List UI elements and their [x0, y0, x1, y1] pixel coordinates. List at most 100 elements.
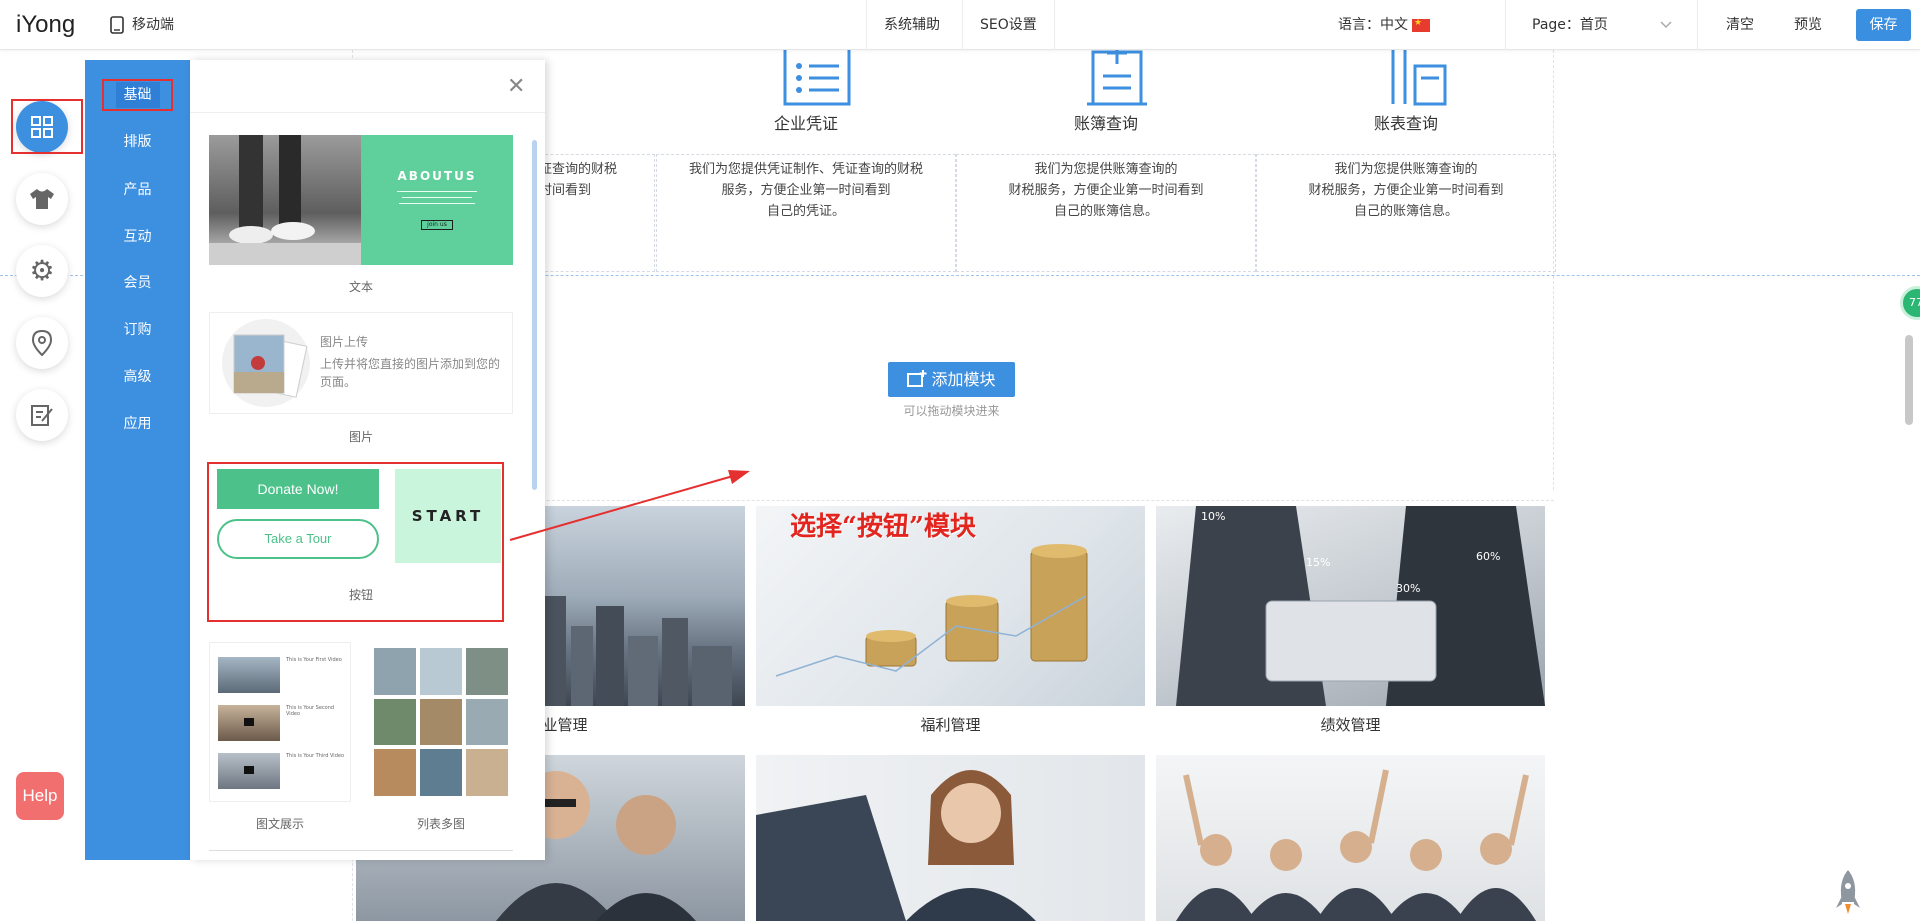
- grid-thumb: [374, 648, 416, 695]
- image-module-desc: 上传并将您直接的图片添加到您的页面。: [320, 357, 501, 389]
- panel-scrollbar[interactable]: [532, 140, 537, 490]
- grid-thumb: [374, 698, 416, 746]
- help-button[interactable]: Help: [16, 772, 64, 820]
- page-select-label: Page：首页: [1532, 17, 1608, 33]
- mobile-view-button[interactable]: 移动端: [110, 0, 174, 50]
- category-product[interactable]: 产品: [85, 175, 190, 205]
- module-panel: ✕ ABOUTUS join us 文本 图片上传 上传并将您直接的图片添加到您…: [190, 60, 545, 860]
- service-title: 账表查询: [1373, 114, 1438, 133]
- category-interaction[interactable]: 互动: [85, 222, 190, 252]
- divider: [962, 0, 963, 50]
- service-title: 企业凭证: [773, 114, 838, 133]
- gallery-item-title: This is Your Second Video: [286, 705, 335, 717]
- image-grid-preview: [374, 648, 508, 796]
- grid-thumb: [420, 648, 462, 695]
- text-module-photo: [209, 135, 361, 265]
- mobile-icon: [110, 16, 124, 34]
- highlight-box: [102, 79, 173, 111]
- about-us-line: [402, 197, 472, 200]
- service-desc: 我们为您提供凭证制作、凭证查询的财税 服务，方便企业第一时间看到 自己的凭证。: [656, 154, 956, 272]
- mobile-view-label: 移动端: [132, 17, 174, 33]
- gallery-text-module-card[interactable]: This is Your First Video This is Your Se…: [209, 642, 351, 802]
- text-module-card[interactable]: ABOUTUS join us: [209, 135, 513, 265]
- highlight-box: [11, 99, 83, 154]
- chart-overlay-label: 30%: [1396, 582, 1420, 595]
- about-us-title: ABOUTUS: [397, 169, 477, 183]
- gallery-thumb: [218, 705, 280, 741]
- grid-thumb: [420, 749, 462, 796]
- chart-overlay-label: 15%: [1306, 556, 1330, 569]
- category-order[interactable]: 订购: [85, 315, 190, 345]
- ledger-icon: [1081, 50, 1153, 114]
- system-help-menu[interactable]: 系统辅助: [884, 0, 940, 50]
- list-images-module-card[interactable]: [370, 642, 512, 802]
- save-button[interactable]: 保存: [1856, 9, 1911, 41]
- image-module-title: 图片上传: [320, 335, 369, 349]
- settings-nav-button[interactable]: ⚙: [16, 245, 68, 297]
- report-icon: [1381, 50, 1453, 114]
- left-icon-nav: ⚙ Help: [0, 50, 85, 921]
- edit-nav-button[interactable]: [16, 389, 68, 441]
- play-icon: [244, 766, 254, 774]
- theme-nav-button[interactable]: [16, 173, 68, 225]
- category-advanced[interactable]: 高级: [85, 362, 190, 392]
- china-flag-icon: [1412, 16, 1430, 32]
- add-module-icon: [907, 370, 927, 387]
- shirt-icon: [30, 189, 54, 209]
- online-badge[interactable]: 77: [1900, 286, 1920, 320]
- photo-caption: 福利管理: [920, 716, 981, 734]
- team-celebrate-photo: [1156, 755, 1545, 921]
- add-module-button[interactable]: 添加模块: [888, 362, 1015, 397]
- grid-thumb: [466, 648, 508, 695]
- business-chart-photo: 10% 15% 30% 60%: [1156, 506, 1545, 706]
- about-us-preview: ABOUTUS join us: [361, 135, 513, 265]
- service-title: 账簿查询: [1073, 114, 1138, 133]
- top-toolbar: iYong 移动端 系统辅助 SEO设置 语言：中文 Page：首页 清空 预览…: [0, 0, 1920, 50]
- play-icon: [244, 718, 254, 726]
- gear-icon: ⚙: [29, 254, 55, 287]
- business-woman-photo: [756, 755, 1145, 921]
- category-apps[interactable]: 应用: [85, 409, 190, 439]
- grid-thumb: [420, 698, 462, 746]
- gallery-thumb: [218, 657, 280, 693]
- module-label: 文本: [348, 280, 373, 294]
- tutorial-annotation: 选择“按钮”模块: [790, 512, 976, 542]
- chevron-down-icon: [1660, 21, 1672, 29]
- edit-note-icon: [31, 405, 53, 426]
- grid-thumb: [466, 698, 508, 746]
- module-label: 列表多图: [416, 817, 465, 831]
- chart-overlay-label: 60%: [1476, 550, 1500, 563]
- app-logo: iYong: [16, 11, 76, 38]
- highlight-box: [207, 462, 504, 622]
- image-module-card[interactable]: 图片上传 上传并将您直接的图片添加到您的页面。: [209, 312, 513, 414]
- image-stack-preview: [220, 317, 310, 407]
- gallery-item-title: This is Your First Video: [286, 657, 342, 663]
- language-select[interactable]: 语言：中文: [1338, 0, 1430, 50]
- divider: [1505, 0, 1506, 50]
- add-module-hint: 可以拖动模块进来: [903, 404, 1000, 418]
- gallery-thumb: [218, 753, 280, 789]
- panel-bottom-divider: [209, 850, 513, 851]
- grid-thumb: [374, 749, 416, 796]
- location-nav-button[interactable]: [16, 317, 68, 369]
- language-label: 语言：中文: [1338, 17, 1408, 33]
- category-member[interactable]: 会员: [85, 268, 190, 298]
- close-icon[interactable]: ✕: [507, 74, 525, 99]
- map-pin-icon: [32, 330, 52, 356]
- list-icon: [781, 50, 853, 114]
- page-scrollbar[interactable]: [1905, 335, 1913, 425]
- gallery-item-title: This is Your Third Video: [286, 753, 345, 759]
- service-desc: 我们为您提供账簿查询的 财税服务，方便企业第一时间看到 自己的账簿信息。: [1256, 154, 1556, 272]
- seo-settings-menu[interactable]: SEO设置: [980, 0, 1037, 50]
- rocket-icon[interactable]: [1836, 868, 1860, 920]
- divider: [1697, 0, 1698, 50]
- preview-button[interactable]: 预览: [1794, 0, 1822, 50]
- page-select[interactable]: Page：首页: [1532, 0, 1672, 50]
- about-us-button: join us: [421, 220, 453, 230]
- module-label: 图文展示: [255, 817, 304, 831]
- service-desc: 我们为您提供账簿查询的 财税服务，方便企业第一时间看到 自己的账簿信息。: [956, 154, 1256, 272]
- clear-button[interactable]: 清空: [1726, 0, 1754, 50]
- category-layout[interactable]: 排版: [85, 127, 190, 157]
- divider: [866, 0, 867, 50]
- grid-thumb: [466, 749, 508, 796]
